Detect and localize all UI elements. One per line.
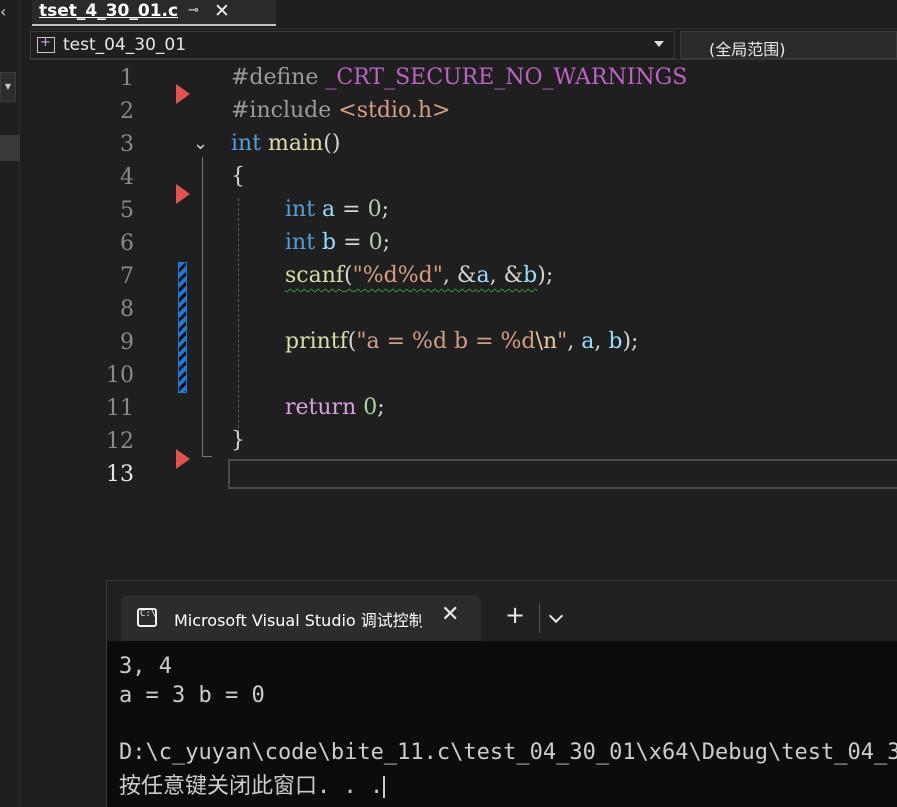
navigation-bar: test_04_30_01 (全局范围) xyxy=(30,28,897,60)
text-cursor xyxy=(383,776,386,798)
breakpoint-arrow-icon[interactable] xyxy=(176,184,190,204)
code-line-6[interactable]: int b = 0; xyxy=(285,226,390,259)
line-number: 8 xyxy=(120,297,134,322)
code-line-9[interactable]: printf("a = %d b = %d\n", a, b); xyxy=(285,325,638,358)
pin-icon[interactable]: ⊸ xyxy=(188,3,199,18)
editor-tab-bar: tset_4_30_01.c ⊸ ✕ xyxy=(20,0,897,26)
code-line-4[interactable]: { xyxy=(231,160,245,193)
debug-console-window[interactable]: C:\ Microsoft Visual Studio 调试控制台 ✕ + 3,… xyxy=(106,580,897,807)
scope-dropdown[interactable]: (全局范围) xyxy=(680,31,897,59)
editor-tab[interactable]: tset_4_30_01.c ⊸ ✕ xyxy=(32,0,276,26)
terminal-prompt-line: 按任意键关闭此窗口. . . xyxy=(119,768,386,800)
change-tracking-bar xyxy=(178,262,187,393)
line-number: 7 xyxy=(120,264,134,289)
chevron-left-icon[interactable]: ‹ xyxy=(0,2,6,21)
editor-tab-title[interactable]: tset_4_30_01.c xyxy=(39,1,178,21)
current-line-highlight[interactable] xyxy=(228,459,897,489)
code-line-11[interactable]: return 0; xyxy=(285,391,385,424)
close-icon[interactable]: ✕ xyxy=(441,602,459,627)
close-icon[interactable]: ✕ xyxy=(214,0,230,22)
function-icon xyxy=(37,35,55,53)
fold-chevron-icon[interactable]: ⌄ xyxy=(193,133,208,154)
line-number: 12 xyxy=(106,429,134,454)
line-number: 6 xyxy=(120,231,134,256)
tab-separator xyxy=(539,603,540,633)
dropdown-caret-icon[interactable]: ▼ xyxy=(0,72,16,102)
line-number: 11 xyxy=(106,396,134,421)
line-number: 10 xyxy=(106,363,134,388)
terminal-output-line: D:\c_yuyan\code\bite_11.c\test_04_30_01\… xyxy=(119,740,897,765)
breakpoint-arrow-icon[interactable] xyxy=(176,449,190,469)
member-dropdown[interactable]: test_04_30_01 xyxy=(30,31,675,59)
terminal-output-line: a = 3 b = 0 xyxy=(119,683,265,708)
line-number: 1 xyxy=(120,66,134,91)
left-panel-strip: ‹ ▼ xyxy=(0,0,20,807)
console-icon: C:\ xyxy=(137,608,157,627)
code-line-7[interactable]: scanf("%d%d", &a, &b); xyxy=(285,259,553,292)
terminal-prompt-text: 按任意键关闭此窗口. . . xyxy=(119,774,384,799)
terminal-tab-title: Microsoft Visual Studio 调试控制台 xyxy=(174,611,422,630)
line-number: 9 xyxy=(120,330,134,355)
code-line-2[interactable]: #include <stdio.h> xyxy=(231,94,450,127)
line-number: 5 xyxy=(120,198,134,223)
terminal-output-line: 3, 4 xyxy=(119,654,172,679)
line-number: 2 xyxy=(120,99,134,124)
code-line-5[interactable]: int a = 0; xyxy=(285,193,389,226)
terminal-tab-bar: C:\ Microsoft Visual Studio 调试控制台 ✕ + xyxy=(107,581,897,641)
member-dropdown-value: test_04_30_01 xyxy=(63,35,187,55)
chevron-down-icon[interactable] xyxy=(548,608,564,624)
current-line-number: 13 xyxy=(106,462,134,487)
code-line-1[interactable]: #define _CRT_SECURE_NO_WARNINGS xyxy=(231,61,687,94)
warning-squiggle[interactable]: scanf("%d%d", &a, &b xyxy=(285,263,537,288)
code-line-12[interactable]: } xyxy=(231,424,245,457)
chevron-down-icon[interactable] xyxy=(654,41,664,47)
line-number: 4 xyxy=(120,165,134,190)
selected-panel-item[interactable] xyxy=(0,135,20,161)
new-tab-button[interactable]: + xyxy=(505,601,525,629)
scope-dropdown-value: (全局范围) xyxy=(709,40,786,59)
terminal-tab[interactable]: C:\ Microsoft Visual Studio 调试控制台 ✕ xyxy=(121,595,481,641)
indent-guide xyxy=(238,198,239,438)
breakpoint-arrow-icon[interactable] xyxy=(176,84,190,104)
ide-window: ‹ ▼ tset_4_30_01.c ⊸ ✕ test_04_30_01 (全局… xyxy=(0,0,897,807)
code-line-3[interactable]: int main() xyxy=(231,127,340,160)
line-number: 3 xyxy=(120,132,134,157)
fold-guide-end xyxy=(202,456,212,457)
fold-guide xyxy=(202,157,203,457)
code-editor[interactable]: 1 2 3 4 5 6 7 8 9 10 11 12 13 ⌄ #define … xyxy=(30,61,897,581)
